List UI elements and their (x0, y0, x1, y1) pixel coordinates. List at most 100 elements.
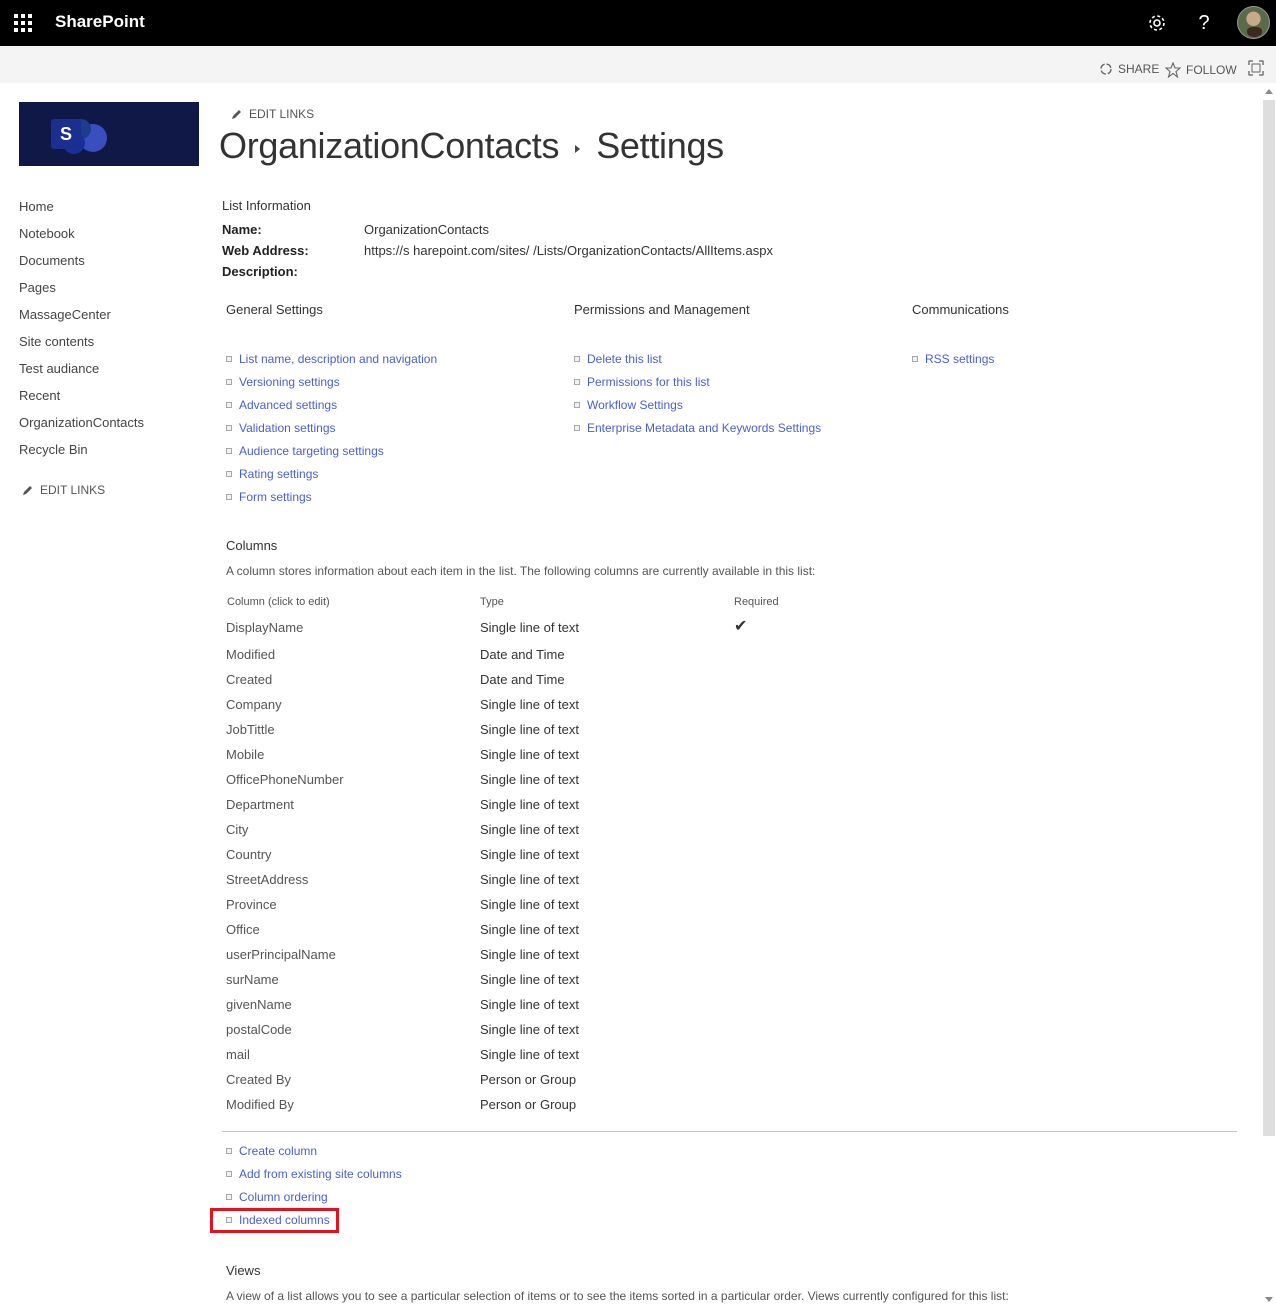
top-edit-links[interactable]: EDIT LINKS (231, 107, 314, 121)
nav-item-test-audiance[interactable]: Test audiance (19, 360, 199, 387)
focus-mode-icon[interactable] (1248, 60, 1264, 76)
help-icon[interactable]: ? (1191, 10, 1217, 36)
share-label: SHARE (1118, 62, 1160, 76)
breadcrumb-page: Settings (596, 125, 724, 166)
permissions-link[interactable]: Permissions for this list (587, 375, 710, 389)
column-name-link[interactable]: Mobile (226, 747, 264, 762)
column-name-link[interactable]: Country (226, 847, 272, 862)
general-settings-heading: General Settings (226, 302, 323, 317)
list-item: List name, description and navigation (226, 352, 437, 375)
column-name-link[interactable]: Modified (226, 647, 275, 662)
nav-item-organizationcontacts[interactable]: OrganizationContacts (19, 414, 199, 441)
nav-edit-links[interactable]: EDIT LINKS (22, 483, 105, 497)
list-item: Advanced settings (226, 398, 437, 421)
brand-link[interactable]: SharePoint (55, 12, 145, 32)
bullet-icon (226, 448, 232, 454)
column-name-link[interactable]: Province (226, 897, 277, 912)
column-name-link[interactable]: surName (226, 972, 279, 987)
column-name-link[interactable]: Modified By (226, 1097, 294, 1112)
column-header-name: Column (click to edit) (227, 596, 330, 608)
views-heading: Views (226, 1263, 261, 1278)
versioning-settings-link[interactable]: Versioning settings (239, 375, 340, 389)
nav-item-notebook[interactable]: Notebook (19, 225, 199, 252)
list-item: Delete this list (574, 352, 821, 375)
site-logo[interactable]: S (19, 102, 199, 166)
column-name-link[interactable]: Department (226, 797, 294, 812)
column-name-link[interactable]: StreetAddress (226, 872, 308, 887)
column-name-link[interactable]: OfficePhoneNumber (226, 772, 344, 787)
column-name-link[interactable]: Company (226, 697, 282, 712)
nav-item-recycle-bin[interactable]: Recycle Bin (19, 441, 199, 468)
nav-item-site-contents[interactable]: Site contents (19, 333, 199, 360)
nav-item-home[interactable]: Home (19, 198, 199, 225)
table-row: Created By Person or Group (226, 1072, 926, 1097)
column-type: Single line of text (480, 997, 580, 1012)
gear-icon[interactable] (1144, 10, 1170, 36)
column-type: Date and Time (480, 672, 565, 687)
bullet-icon (226, 425, 232, 431)
advanced-settings-link[interactable]: Advanced settings (239, 398, 337, 412)
column-type: Single line of text (480, 872, 580, 887)
audience-targeting-link[interactable]: Audience targeting settings (239, 444, 384, 458)
nav-item-pages[interactable]: Pages (19, 279, 199, 306)
scroll-down-icon[interactable] (1265, 1297, 1273, 1302)
table-row: givenName Single line of text (226, 997, 926, 1022)
column-name-link[interactable]: Created (226, 672, 272, 687)
nav-item-massagecenter[interactable]: MassageCenter (19, 306, 199, 333)
share-button[interactable]: SHARE (1099, 62, 1159, 76)
add-existing-columns-link[interactable]: Add from existing site columns (239, 1167, 402, 1181)
table-row: Modified By Person or Group (226, 1097, 926, 1122)
list-item: Form settings (226, 490, 437, 513)
rss-settings-link[interactable]: RSS settings (925, 352, 994, 366)
column-type: Single line of text (480, 822, 580, 837)
list-name-link[interactable]: List name, description and navigation (239, 352, 437, 366)
column-name-link[interactable]: userPrincipalName (226, 947, 336, 962)
breadcrumb-list-name[interactable]: OrganizationContacts (219, 125, 559, 167)
column-type: Single line of text (480, 897, 580, 912)
scrollbar-thumb[interactable] (1263, 100, 1275, 1136)
column-type: Single line of text (480, 697, 580, 712)
column-name-link[interactable]: JobTittle (226, 722, 275, 737)
column-name-link[interactable]: City (226, 822, 248, 837)
column-name-link[interactable]: mail (226, 1047, 250, 1062)
column-name-link[interactable]: DisplayName (226, 620, 303, 635)
bullet-icon (912, 356, 918, 362)
follow-button[interactable]: FOLLOW (1165, 62, 1237, 78)
rating-settings-link[interactable]: Rating settings (239, 467, 318, 481)
list-item: Rating settings (226, 467, 437, 490)
delete-list-link[interactable]: Delete this list (587, 352, 662, 366)
avatar[interactable] (1237, 6, 1270, 39)
pencil-icon (23, 486, 32, 495)
nav-item-documents[interactable]: Documents (19, 252, 199, 279)
column-name-link[interactable]: Office (226, 922, 260, 937)
column-type: Single line of text (480, 797, 580, 812)
table-row: Created Date and Time (226, 672, 926, 697)
name-label: Name: (222, 222, 262, 237)
divider (222, 1131, 1237, 1132)
nav-item-recent[interactable]: Recent (19, 387, 199, 414)
scroll-up-icon[interactable] (1265, 89, 1273, 94)
communications-heading: Communications (912, 302, 1009, 317)
table-row: postalCode Single line of text (226, 1022, 926, 1047)
column-name-link[interactable]: postalCode (226, 1022, 292, 1037)
column-name-link[interactable]: givenName (226, 997, 292, 1012)
bullet-icon (226, 1194, 232, 1200)
create-column-link[interactable]: Create column (239, 1144, 317, 1158)
follow-label: FOLLOW (1186, 63, 1237, 77)
column-ordering-link[interactable]: Column ordering (239, 1190, 328, 1204)
validation-settings-link[interactable]: Validation settings (239, 421, 336, 435)
bullet-icon (226, 356, 232, 362)
metadata-settings-link[interactable]: Enterprise Metadata and Keywords Setting… (587, 421, 821, 435)
table-row: JobTittle Single line of text (226, 722, 926, 747)
column-type: Single line of text (480, 847, 580, 862)
form-settings-link[interactable]: Form settings (239, 490, 312, 504)
columns-description: A column stores information about each i… (226, 564, 816, 578)
table-row: OfficePhoneNumber Single line of text (226, 772, 926, 797)
waffle-icon[interactable] (14, 14, 32, 32)
list-item: Versioning settings (226, 375, 437, 398)
bullet-icon (226, 379, 232, 385)
column-name-link[interactable]: Created By (226, 1072, 291, 1087)
top-edit-links-label: EDIT LINKS (249, 107, 315, 121)
workflow-settings-link[interactable]: Workflow Settings (587, 398, 683, 412)
table-row: Modified Date and Time (226, 647, 926, 672)
